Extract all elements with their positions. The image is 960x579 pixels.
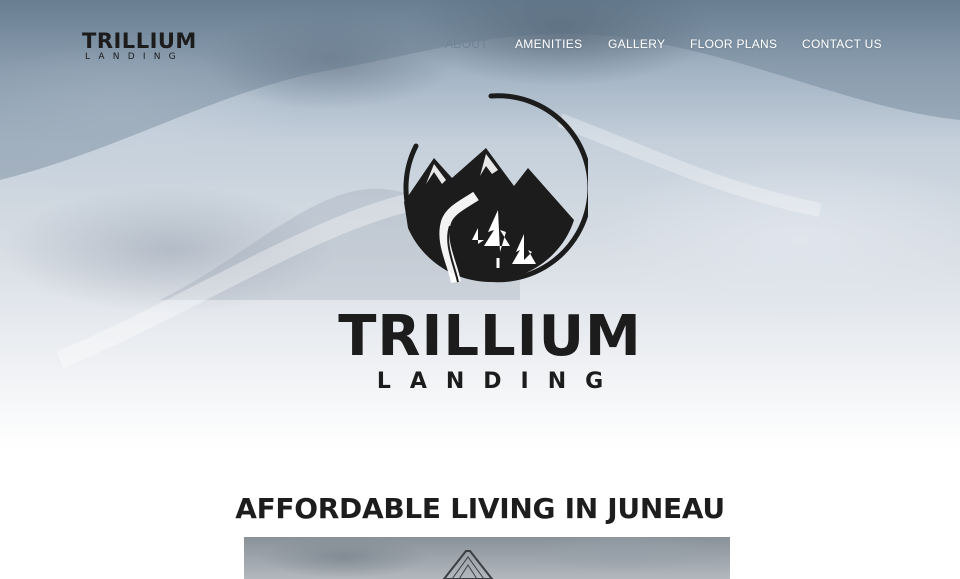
hero-title: TRILLIUM: [338, 304, 642, 369]
building-photo: [244, 537, 730, 579]
nav-item-contact-us[interactable]: CONTACT US: [802, 36, 882, 52]
nav-item-about[interactable]: ABOUT: [445, 36, 488, 52]
section-heading: AFFORDABLE LIVING IN JUNEAU: [235, 492, 725, 525]
nav-item-amenities[interactable]: AMENITIES: [515, 36, 582, 52]
nav-item-gallery[interactable]: GALLERY: [608, 36, 665, 52]
mountain-river-trees-emblem-icon: [403, 93, 588, 284]
header-logo-tagline: LANDING: [85, 52, 184, 62]
nav-item-floor-plans[interactable]: FLOOR PLANS: [690, 36, 777, 52]
main-nav: ABOUT AMENITIES GALLERY FLOOR PLANS CONT…: [0, 36, 960, 52]
building-roof-graphic: [442, 550, 494, 579]
hero-subtitle: LANDING: [376, 369, 623, 394]
